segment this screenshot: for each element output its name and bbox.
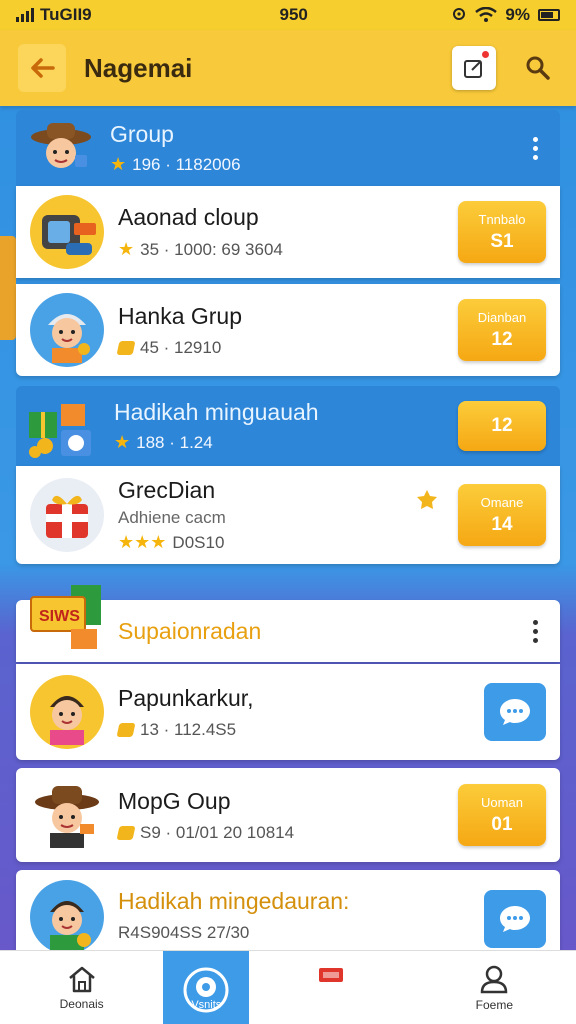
boy-cap-avatar xyxy=(30,293,104,367)
wifi-icon xyxy=(475,7,498,22)
row-stats: 45 · 12910 xyxy=(140,337,222,357)
row-stats: D0S10 xyxy=(172,532,225,552)
action-count: S1 xyxy=(490,230,514,252)
row-title: MopG Oup xyxy=(118,787,231,814)
nav-center[interactable]: Vsnits xyxy=(163,951,250,1024)
compose-button[interactable] xyxy=(452,46,496,90)
row-title: Hanka Grup xyxy=(118,302,243,329)
group-title: Supaionradan xyxy=(118,617,262,644)
nav-home[interactable]: Deonais xyxy=(0,951,163,1024)
group-title: Hadikah minguauah xyxy=(114,399,319,425)
app-header: Nagemai xyxy=(0,30,576,106)
coin-icon xyxy=(116,340,136,355)
cowboy-avatar xyxy=(26,113,96,183)
edit-note-icon xyxy=(464,60,482,78)
star-icon: ★ xyxy=(114,432,131,452)
ticket-icon xyxy=(318,968,343,982)
nav-center-label: Vsnits xyxy=(191,998,222,1011)
notification-dot xyxy=(481,50,490,59)
row-subtitle: Adhiene cacm xyxy=(118,508,226,527)
device-avatar xyxy=(30,195,104,269)
group-header[interactable]: SIWS Supaionradan xyxy=(16,585,560,662)
row-stats: 13 · 112.4S5 xyxy=(140,719,237,739)
group-header[interactable]: Hadikah minguauah ★ 188 · 1.24 12 xyxy=(16,386,560,466)
cowboy-avatar xyxy=(30,778,104,852)
badge-icon xyxy=(417,490,437,509)
chat-button[interactable] xyxy=(484,890,546,948)
clock: 950 xyxy=(279,5,308,24)
action-button[interactable]: Omane 14 xyxy=(458,484,546,546)
action-label: Dianban xyxy=(477,309,527,325)
list-item[interactable]: Papunkarkur, 13 · 112.4S5 xyxy=(16,664,560,760)
gift-avatar xyxy=(30,478,104,552)
action-count: 01 xyxy=(491,813,513,835)
boy-avatar xyxy=(30,880,104,954)
more-options-icon[interactable] xyxy=(533,619,538,643)
action-button[interactable]: Uoman 01 xyxy=(458,784,546,846)
list-item[interactable]: Hanka Grup 45 · 12910 Dianban 12 xyxy=(16,284,560,376)
action-label: Omane xyxy=(480,494,524,510)
nav-home-label: Deonais xyxy=(59,996,104,1011)
row-title: Hadikah mingedauran: xyxy=(118,888,350,914)
row-title: GrecDian xyxy=(118,477,216,503)
boy-avatar xyxy=(30,675,104,749)
nav-tickets[interactable] xyxy=(249,951,412,1024)
more-options-icon[interactable] xyxy=(533,136,538,160)
list-item[interactable]: Aaonad cloup ★ 35 · 1000: 69 3604 Tnnbalo… xyxy=(16,186,560,278)
group-header[interactable]: Group ★ 196 · 1182006 xyxy=(16,110,560,186)
battery-percent: 9% xyxy=(505,5,530,24)
arrow-left-icon xyxy=(31,58,55,78)
action-button[interactable]: 12 xyxy=(458,401,546,451)
bottom-nav: Deonais Vsnits Foeme xyxy=(0,950,576,1024)
action-count: 12 xyxy=(491,328,513,350)
star-icon: ★ xyxy=(118,239,135,259)
status-bar: TuGII9 950 9% xyxy=(0,0,576,30)
stars-icon: ★★★ xyxy=(118,532,167,552)
gift-boxes-icon xyxy=(24,388,104,464)
user-icon xyxy=(481,965,508,993)
home-icon xyxy=(68,966,95,992)
back-button[interactable] xyxy=(18,44,66,92)
search-icon xyxy=(526,56,550,80)
action-button[interactable]: Tnnbalo S1 xyxy=(458,201,546,263)
battery-icon xyxy=(538,9,560,21)
side-accent xyxy=(0,236,16,340)
signal-icon xyxy=(16,8,34,22)
list-item[interactable]: Hadikah mingedauran: R4S904SS 27/30 xyxy=(16,870,560,954)
location-icon xyxy=(453,8,466,20)
action-label: Uoman xyxy=(481,794,523,810)
chat-button[interactable] xyxy=(484,683,546,741)
action-count: 12 xyxy=(491,415,513,436)
action-count: 14 xyxy=(491,513,513,535)
svg-text:SIWS: SIWS xyxy=(39,608,80,625)
chat-bubble-icon xyxy=(500,699,530,725)
row-stats: S9 · 01/01 20 10814 xyxy=(140,822,295,842)
coin-icon xyxy=(116,722,136,737)
star-icon: ★ xyxy=(110,154,127,174)
row-stats: R4S904SS 27/30 xyxy=(118,923,250,942)
ticket-gift-icon: SIWS xyxy=(26,580,112,656)
row-stats: 35 · 1000: 69 3604 xyxy=(140,239,283,259)
nav-profile[interactable]: Foeme xyxy=(413,951,576,1024)
action-label: Tnnbalo xyxy=(478,211,526,227)
page-title: Nagemai xyxy=(84,52,193,83)
coin-icon xyxy=(116,825,136,840)
carrier-text: TuGII9 xyxy=(40,5,92,24)
group-stats: 188 · 1.24 xyxy=(136,432,213,452)
list-item[interactable]: MopG Oup S9 · 01/01 20 10814 Uoman 01 xyxy=(16,768,560,862)
nav-profile-label: Foeme xyxy=(475,997,513,1012)
group-stats: 196 · 1182006 xyxy=(132,154,241,174)
action-button[interactable]: Dianban 12 xyxy=(458,299,546,361)
chat-bubble-icon xyxy=(500,906,530,932)
list-item[interactable]: GrecDian Adhiene cacm ★★★ D0S10 Omane 14 xyxy=(16,466,560,564)
row-title: Aaonad cloup xyxy=(118,204,259,230)
group-title: Group xyxy=(110,121,174,147)
row-title: Papunkarkur, xyxy=(118,684,254,711)
search-button[interactable] xyxy=(518,48,558,88)
